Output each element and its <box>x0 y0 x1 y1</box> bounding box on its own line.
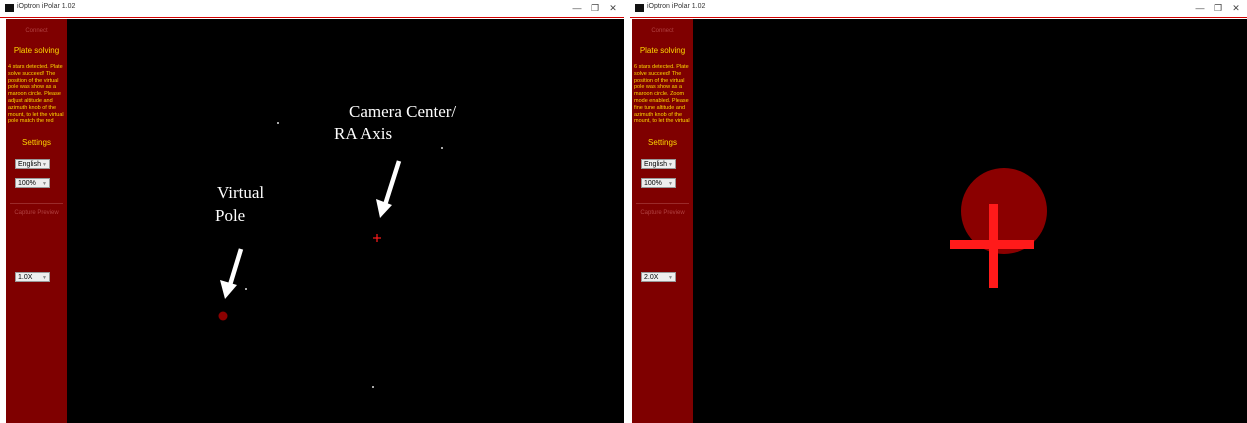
ipolar-window-zoomed: iOptron iPolar 1.02 — ❐ ✕ Connect Plate … <box>630 0 1247 423</box>
sidebar-divider <box>636 203 689 204</box>
status-message: 4 stars detected. Plate solve succeed! T… <box>8 64 64 125</box>
view-overlay <box>218 160 402 321</box>
view-overlay <box>950 168 1047 288</box>
plate-solving-heading: Plate solving <box>13 46 60 55</box>
arrow-down-icon <box>376 160 402 218</box>
magnification-select[interactable]: 1.0X ▼ <box>15 272 50 282</box>
chevron-down-icon: ▼ <box>668 275 673 281</box>
zoom-percent-value: 100% <box>644 180 662 187</box>
title-bar[interactable]: iOptron iPolar 1.02 — ❐ ✕ <box>630 0 1247 18</box>
window-title: iOptron iPolar 1.02 <box>647 3 706 10</box>
magnification-value: 1.0X <box>18 274 33 281</box>
close-button[interactable]: ✕ <box>606 2 620 14</box>
window-title: iOptron iPolar 1.02 <box>17 3 76 10</box>
ipolar-window-normal: iOptron iPolar 1.02 — ❐ ✕ Connect Plate … <box>0 0 624 423</box>
zoom-percent-select[interactable]: 100% ▼ <box>641 178 676 188</box>
status-message: 6 stars detected. Plate solve succeed! T… <box>634 64 690 125</box>
camera-center-crosshair <box>373 234 381 242</box>
camera-view[interactable]: Camera Center/ RA Axis Virtual Pole <box>67 19 624 423</box>
sidebar: Connect Plate solving 6 stars detected. … <box>632 19 693 423</box>
language-value: English <box>18 161 41 168</box>
settings-heading: Settings <box>648 138 677 147</box>
close-button[interactable]: ✕ <box>1229 2 1243 14</box>
chevron-down-icon: ▼ <box>668 181 673 187</box>
language-select[interactable]: English ▼ <box>641 159 676 169</box>
settings-heading: Settings <box>22 138 51 147</box>
minimize-button[interactable]: — <box>1193 2 1207 14</box>
language-value: English <box>644 161 667 168</box>
restore-button[interactable]: ❐ <box>588 2 602 14</box>
language-select[interactable]: English ▼ <box>15 159 50 169</box>
app-icon <box>5 4 14 12</box>
chevron-down-icon: ▼ <box>42 181 47 187</box>
restore-button[interactable]: ❐ <box>1211 2 1225 14</box>
chevron-down-icon: ▼ <box>42 275 47 281</box>
title-bar[interactable]: iOptron iPolar 1.02 — ❐ ✕ <box>0 0 624 18</box>
magnification-value: 2.0X <box>644 274 659 281</box>
arrow-down-icon <box>220 248 244 299</box>
chevron-down-icon: ▼ <box>668 162 673 168</box>
plate-solving-heading: Plate solving <box>639 46 686 55</box>
sidebar: Connect Plate solving 4 stars detected. … <box>6 19 67 423</box>
zoom-percent-select[interactable]: 100% ▼ <box>15 178 50 188</box>
minimize-button[interactable]: — <box>570 2 584 14</box>
app-icon <box>635 4 644 12</box>
capture-preview-button[interactable]: Capture Preview <box>12 210 61 217</box>
sidebar-divider <box>10 203 63 204</box>
capture-preview-button[interactable]: Capture Preview <box>638 210 687 217</box>
connect-button[interactable]: Connect <box>638 28 687 35</box>
camera-view[interactable] <box>693 19 1247 423</box>
zoom-percent-value: 100% <box>18 180 36 187</box>
magnification-select[interactable]: 2.0X ▼ <box>641 272 676 282</box>
chevron-down-icon: ▼ <box>42 162 47 168</box>
virtual-pole-marker <box>218 311 228 321</box>
connect-button[interactable]: Connect <box>12 28 61 35</box>
